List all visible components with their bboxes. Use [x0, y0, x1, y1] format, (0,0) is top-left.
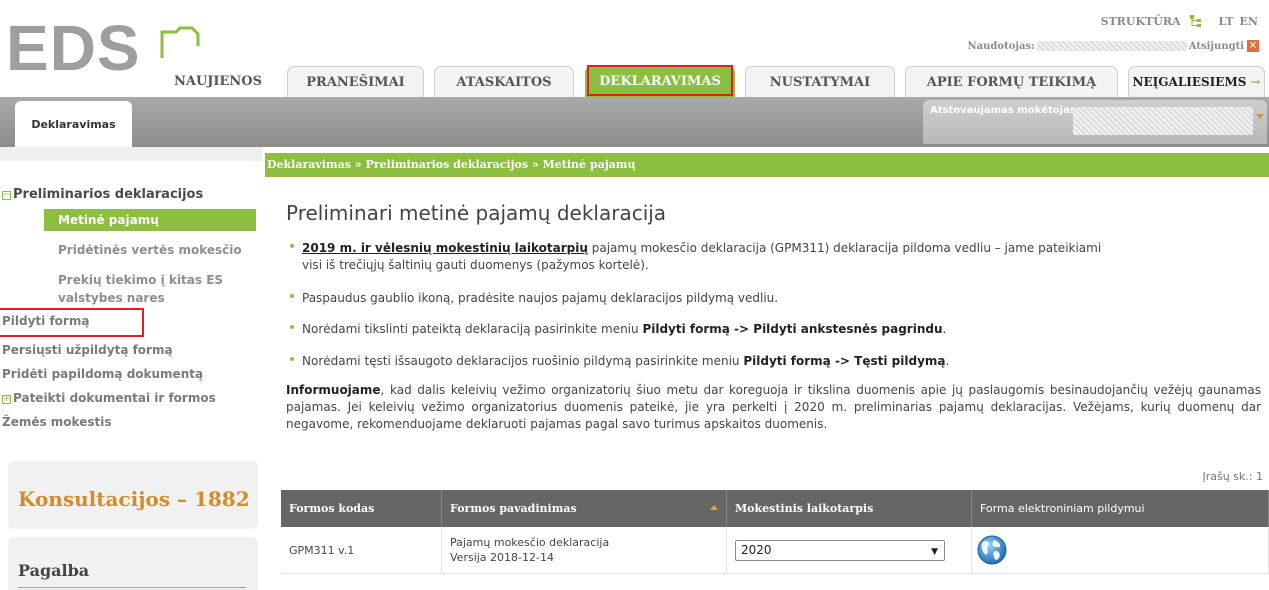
info-bullet-2: • Paspaudus gaublio ikoną, pradėsite nau… — [288, 289, 779, 305]
bullet-icon: • — [288, 289, 297, 305]
sidebar-item-prekiu-tiekimo[interactable]: Prekių tiekimo į kitas ES valstybes nares — [58, 271, 223, 307]
globe-icon[interactable] — [976, 534, 1008, 566]
consultation-box: Konsultacijos – 1882 — [8, 461, 258, 529]
cell-form-code: GPM311 v.1 — [281, 527, 442, 573]
sidebar-item-pildyti-forma[interactable]: Pildyti formą — [0, 308, 144, 337]
sidebar-highlight-box — [0, 308, 144, 337]
column-header-code[interactable]: Formos kodas — [281, 490, 442, 527]
chevron-down-icon: ▼ — [931, 546, 938, 557]
info-bullet-4: • Norėdami tęsti išsaugoto deklaracijos … — [288, 352, 950, 368]
top-links: STRUKTŪRA LT EN — [1101, 14, 1258, 28]
column-header-name[interactable]: Formos pavadinimas — [442, 490, 727, 527]
sort-arrow-icon[interactable] — [710, 505, 718, 510]
main-content: Deklaravimas » Preliminarios deklaracijo… — [265, 153, 1269, 590]
help-title: Pagalba — [18, 561, 90, 580]
logout-x-icon[interactable]: × — [1247, 40, 1259, 52]
tab-pranesimai[interactable]: PRANEŠIMAI — [287, 66, 424, 97]
sidebar-item-metine-pajamu[interactable]: Metinė pajamų — [44, 209, 256, 231]
help-box: Pagalba — [8, 537, 258, 590]
subtab-deklaravimas[interactable]: Deklaravimas — [15, 101, 132, 147]
tab-naujienos[interactable]: NAUJIENOS — [160, 66, 276, 97]
table-header: Formos kodas Formos pavadinimas Mokestin… — [281, 490, 1269, 527]
consultation-phone: Konsultacijos – 1882 — [18, 487, 250, 511]
sidebar-item-zemes-mokestis[interactable]: Žemės mokestis — [2, 415, 111, 429]
column-header-electronic-form: Forma elektroniniam pildymui — [972, 490, 1269, 527]
taxpayer-value-blurred — [1073, 107, 1253, 135]
logo-folder-icon — [160, 26, 200, 58]
sidebar-item-pateikti-dokumentai[interactable]: + Pateikti dokumentai ir formos — [2, 391, 216, 405]
sub-navigation-bar: Deklaravimas Atstovaujamas mokėtojas: — [0, 97, 1269, 147]
lang-lt-link[interactable]: LT — [1219, 15, 1234, 28]
dropdown-arrow-icon[interactable] — [1256, 114, 1264, 119]
bullet-icon: • — [288, 239, 297, 255]
tab-nustatymai[interactable]: NUSTATYMAI — [745, 66, 895, 97]
user-line: Naudotojas: Atsijungti × — [968, 40, 1259, 52]
column-header-period[interactable]: Mokestinis laikotarpis — [727, 490, 972, 527]
bullet-icon: • — [288, 320, 297, 336]
info-bullet-1: • 2019 m. ir vėlesnių mokestinių laikota… — [288, 239, 1102, 272]
bullet-icon: • — [288, 352, 297, 368]
sidebar-item-prideti-dokumenta[interactable]: Pridėti papildomą dokumentą — [2, 367, 203, 381]
tab-deklaravimas[interactable]: DEKLARAVIMAS — [585, 65, 735, 97]
sidebar-item-persiusti[interactable]: Persiųsti užpildytą formą — [2, 343, 173, 357]
structure-link[interactable]: STRUKTŪRA — [1101, 15, 1181, 28]
header: EDS STRUKTŪRA LT EN Naudotojas: Atsijung… — [0, 0, 1269, 97]
page-title: Preliminari metinė pajamų deklaracija — [286, 201, 667, 225]
user-name-blurred — [1036, 41, 1187, 51]
tab-neigaliesiems[interactable]: NEĮGALIESIEMS → — [1128, 66, 1265, 97]
lang-en-link[interactable]: EN — [1240, 15, 1258, 28]
info-bullet-3: • Norėdami tikslinti pateiktą deklaracij… — [288, 320, 947, 336]
sidebar: − Preliminarios deklaracijos Metinė pajam… — [0, 147, 262, 590]
sidebar-item-preliminarios[interactable]: − Preliminarios deklaracijos — [2, 187, 203, 202]
collapse-icon[interactable]: − — [2, 191, 11, 200]
cell-period: 2020 ▼ — [727, 527, 972, 573]
tab-ataskaitos[interactable]: ATASKAITOS — [434, 66, 574, 97]
expand-icon[interactable]: + — [2, 395, 11, 404]
tab-highlight-box — [587, 65, 733, 96]
forms-table: Formos kodas Formos pavadinimas Mokestin… — [281, 490, 1269, 574]
breadcrumb: Deklaravimas » Preliminarios deklaracijo… — [265, 153, 1269, 177]
info-notice: Informuojame, kad dalis keleivių vežimo … — [286, 383, 1261, 431]
record-count: Įrašų sk.: 1 — [1202, 470, 1263, 483]
sidebar-item-pvm[interactable]: Pridėtinės vertės mokesčio — [58, 241, 242, 259]
period-select[interactable]: 2020 ▼ — [735, 539, 945, 561]
taxpayer-selector[interactable]: Atstovaujamas mokėtojas: — [923, 100, 1267, 144]
logout-link[interactable]: Atsijungti — [1189, 41, 1244, 52]
cell-electronic-form — [972, 527, 1269, 573]
structure-tree-icon[interactable] — [1189, 14, 1203, 28]
user-label: Naudotojas: — [967, 40, 1035, 52]
tab-apie-formu-teikima[interactable]: APIE FORMŲ TEIKIMĄ — [905, 66, 1118, 97]
cell-form-name: Pajamų mokesčio deklaracija Versija 2018-… — [442, 527, 727, 573]
link-2019-laikotarpiu[interactable]: 2019 m. ir vėlesnių mokestinių laikotarp… — [302, 241, 588, 255]
table-row: GPM311 v.1 Pajamų mokesčio deklaracija Ve… — [281, 527, 1269, 574]
taxpayer-label: Atstovaujamas mokėtojas: — [930, 105, 1080, 116]
arrow-right-icon: → — [1250, 75, 1261, 89]
eds-logo[interactable]: EDS — [6, 16, 141, 80]
